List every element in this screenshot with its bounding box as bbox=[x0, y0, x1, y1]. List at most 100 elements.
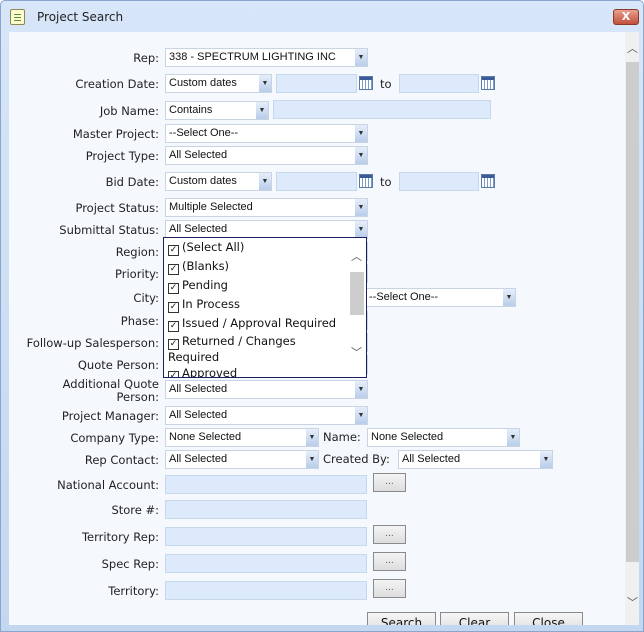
master-project-select[interactable]: --Select One-- ▼ bbox=[165, 124, 368, 143]
checkbox-checked-icon[interactable]: ✓ bbox=[168, 245, 179, 256]
territory-input[interactable] bbox=[165, 581, 367, 600]
name-label: Name: bbox=[323, 430, 361, 444]
territory-rep-input[interactable] bbox=[165, 527, 367, 546]
dropdown-option[interactable]: ✓ Returned / Changes Required bbox=[164, 332, 344, 364]
chevron-down-icon: ▼ bbox=[259, 173, 271, 190]
dropdown-scrollbar[interactable]: ︿ ﹀ bbox=[349, 238, 366, 377]
option-label: (Blanks) bbox=[182, 259, 230, 273]
spec-rep-lookup-button[interactable]: ... bbox=[373, 552, 406, 571]
search-button[interactable]: Search bbox=[367, 612, 436, 625]
job-name-input[interactable] bbox=[273, 100, 491, 119]
close-button[interactable]: Close bbox=[514, 612, 583, 625]
project-type-select[interactable]: All Selected ▼ bbox=[165, 146, 368, 165]
creation-date-to-input[interactable] bbox=[399, 74, 479, 93]
company-type-value: None Selected bbox=[169, 431, 242, 443]
national-account-lookup-button[interactable]: ... bbox=[373, 473, 406, 492]
to-label: to bbox=[380, 77, 392, 91]
store-label: Store #: bbox=[111, 503, 159, 517]
dropdown-option[interactable]: ✓ (Blanks) bbox=[164, 257, 366, 276]
spec-rep-input[interactable] bbox=[165, 554, 367, 573]
checkbox-checked-icon[interactable]: ✓ bbox=[168, 264, 179, 275]
territory-rep-label: Territory Rep: bbox=[81, 530, 159, 544]
created-by-select[interactable]: All Selected ▼ bbox=[398, 450, 553, 469]
project-manager-label: Project Manager: bbox=[61, 409, 159, 423]
created-by-value: All Selected bbox=[402, 453, 461, 465]
checkbox-checked-icon[interactable]: ✓ bbox=[168, 302, 179, 313]
chevron-down-icon: ▼ bbox=[355, 147, 367, 164]
job-name-operator-value: Contains bbox=[169, 104, 213, 116]
creation-date-from-input[interactable] bbox=[276, 74, 357, 93]
checkbox-checked-icon[interactable]: ✓ bbox=[168, 339, 179, 350]
vertical-scrollbar[interactable]: ︿ ﹀ bbox=[625, 32, 639, 625]
chevron-down-icon: ▼ bbox=[259, 75, 271, 92]
chevron-down-icon: ▼ bbox=[503, 289, 515, 306]
checkbox-checked-icon[interactable]: ✓ bbox=[168, 321, 179, 332]
creation-date-value: Custom dates bbox=[169, 77, 237, 89]
chevron-down-icon: ▼ bbox=[355, 199, 367, 216]
chevron-down-icon[interactable]: ﹀ bbox=[627, 594, 638, 610]
project-manager-select[interactable]: All Selected ▼ bbox=[165, 406, 368, 425]
submittal-status-label: Submittal Status: bbox=[59, 223, 159, 237]
city-value: --Select One-- bbox=[369, 291, 439, 303]
project-search-dialog: Project Search X Rep: 338 - SPECTRUM LIG… bbox=[0, 0, 644, 632]
chevron-down-icon: ▼ bbox=[540, 451, 552, 468]
job-name-label: Job Name: bbox=[99, 104, 159, 118]
rep-contact-label: Rep Contact: bbox=[84, 453, 159, 467]
chevron-down-icon: ▼ bbox=[355, 125, 367, 142]
creation-date-select[interactable]: Custom dates ▼ bbox=[165, 74, 272, 93]
dropdown-option[interactable]: ✓ (Select All) bbox=[164, 238, 366, 257]
project-status-select[interactable]: Multiple Selected ▼ bbox=[165, 198, 368, 217]
close-dialog-button[interactable]: X bbox=[613, 9, 639, 25]
checkbox-checked-icon[interactable]: ✓ bbox=[168, 283, 179, 294]
dropdown-option[interactable]: ✓ Pending bbox=[164, 276, 366, 295]
chevron-down-icon: ▼ bbox=[306, 451, 318, 468]
national-account-input[interactable] bbox=[165, 475, 367, 494]
chevron-up-icon[interactable]: ︿ bbox=[627, 40, 638, 56]
chevron-up-icon[interactable]: ︿ bbox=[351, 248, 362, 264]
bid-date-to-input[interactable] bbox=[399, 172, 479, 191]
rep-contact-value: All Selected bbox=[169, 453, 228, 465]
city-label: City: bbox=[133, 291, 159, 305]
chevron-down-icon[interactable]: ﹀ bbox=[351, 344, 362, 360]
option-label: (Select All) bbox=[182, 240, 245, 254]
dropdown-option[interactable]: ✓ In Process bbox=[164, 295, 366, 314]
additional-quote-person-select[interactable]: All Selected ▼ bbox=[165, 380, 368, 399]
territory-rep-lookup-button[interactable]: ... bbox=[373, 525, 406, 544]
rep-contact-select[interactable]: All Selected ▼ bbox=[165, 450, 319, 469]
scroll-thumb[interactable] bbox=[626, 62, 639, 562]
store-input[interactable] bbox=[165, 500, 367, 519]
bid-date-label: Bid Date: bbox=[105, 175, 159, 189]
rep-select[interactable]: 338 - SPECTRUM LIGHTING INC ▼ bbox=[165, 48, 368, 67]
option-label: In Process bbox=[182, 297, 240, 311]
calendar-icon[interactable] bbox=[359, 174, 373, 188]
calendar-icon[interactable] bbox=[481, 76, 495, 90]
company-type-select[interactable]: None Selected ▼ bbox=[165, 428, 319, 447]
bid-date-from-input[interactable] bbox=[276, 172, 357, 191]
dropdown-option[interactable]: ✓ Approved bbox=[164, 364, 366, 377]
created-by-label: Created By: bbox=[323, 452, 390, 466]
dropdown-option[interactable]: ✓ Issued / Approval Required bbox=[164, 314, 344, 332]
city-select[interactable]: --Select One-- ▼ bbox=[365, 288, 516, 307]
chevron-down-icon: ▼ bbox=[306, 429, 318, 446]
additional-quote-value: All Selected bbox=[169, 383, 228, 395]
checkbox-checked-icon[interactable]: ✓ bbox=[168, 371, 179, 377]
project-manager-value: All Selected bbox=[169, 409, 228, 421]
territory-lookup-button[interactable]: ... bbox=[373, 579, 406, 598]
master-project-label: Master Project: bbox=[72, 127, 159, 141]
submittal-status-dropdown: ✓ (Select All) ✓ (Blanks) ✓ Pending ✓ In Proces… bbox=[163, 237, 367, 378]
job-name-operator-select[interactable]: Contains ▼ bbox=[165, 101, 269, 120]
project-type-label: Project Type: bbox=[85, 149, 159, 163]
option-label: Pending bbox=[182, 278, 228, 292]
region-label: Region: bbox=[115, 245, 159, 259]
clear-button[interactable]: Clear bbox=[440, 612, 509, 625]
scroll-thumb[interactable] bbox=[350, 272, 364, 315]
chevron-down-icon: ▼ bbox=[355, 381, 367, 398]
calendar-icon[interactable] bbox=[481, 174, 495, 188]
calendar-icon[interactable] bbox=[359, 76, 373, 90]
bid-date-select[interactable]: Custom dates ▼ bbox=[165, 172, 272, 191]
additional-quote-label: Additional Quote bbox=[62, 377, 159, 391]
name-value: None Selected bbox=[371, 431, 444, 443]
followup-salesperson-label: Follow-up Salesperson: bbox=[26, 336, 159, 350]
chevron-down-icon: ▼ bbox=[507, 429, 519, 446]
name-select[interactable]: None Selected ▼ bbox=[367, 428, 520, 447]
